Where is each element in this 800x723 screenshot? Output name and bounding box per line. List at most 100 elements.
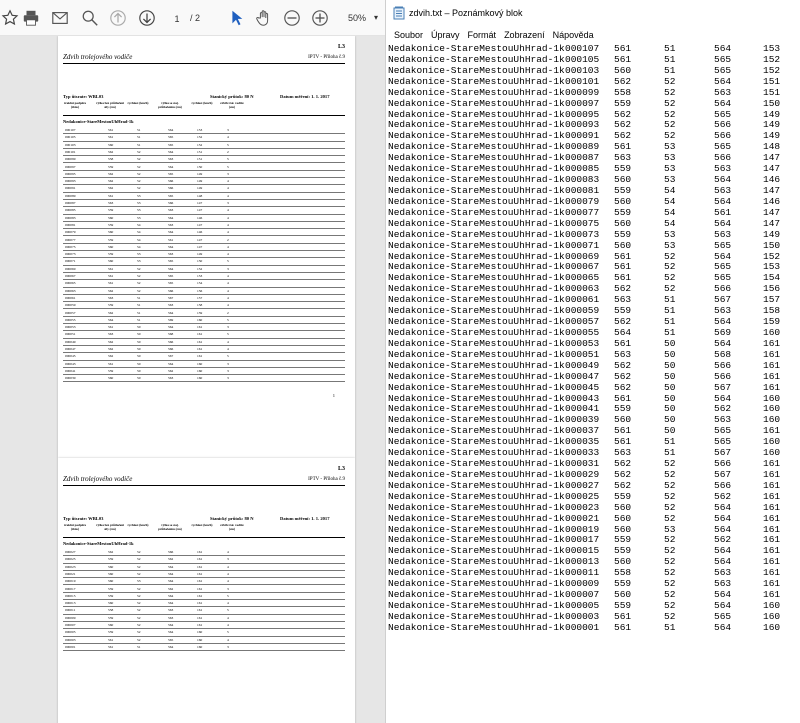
speed-2: 149	[763, 228, 781, 240]
menu-help[interactable]: Nápověda	[549, 26, 598, 44]
select-cursor-icon[interactable]	[226, 8, 246, 28]
table-cell: 146	[197, 215, 203, 220]
table-cell: 153	[197, 274, 203, 278]
pdf-document-area[interactable]: L3 Zdvih trolejového vodiče IPTV - Příloha…	[0, 36, 385, 723]
page-label-l3: L3	[337, 466, 345, 472]
text-line: Nedakonice-StareMestouUhHrad-1k 000023 560…	[388, 502, 800, 514]
menu-file[interactable]: Soubor	[390, 26, 427, 44]
table-cell: 4	[227, 303, 229, 308]
table-cell: 160	[197, 317, 203, 322]
table-cell: 561	[108, 361, 114, 366]
meta-flow: Stanický průtok: 80 N	[210, 516, 254, 521]
menu-format[interactable]: Formát	[464, 26, 501, 44]
page-number-input[interactable]: 1	[166, 9, 188, 27]
table-cell: 000091	[65, 186, 76, 191]
table-cell: 51	[137, 317, 141, 322]
table-cell: 000097	[65, 164, 76, 169]
print-icon[interactable]	[21, 8, 41, 28]
table-cell: 4	[227, 637, 229, 642]
menu-view[interactable]: Zobrazení	[500, 26, 549, 44]
text-editor[interactable]: Nedakonice-StareMestouUhHrad-1k 000107 561…	[386, 44, 800, 723]
table-cell: 150	[197, 164, 203, 169]
table-cell: 52	[137, 615, 141, 620]
line-section: Nedakonice-StareMestouUhHrad-1k	[388, 621, 565, 633]
mail-icon[interactable]	[50, 8, 70, 28]
table-cell: 53	[137, 579, 141, 584]
table-cell: 564	[168, 128, 174, 132]
table-cell: 50	[137, 361, 141, 366]
notepad-titlebar[interactable]: zdvih.txt – Poznámkový blok	[386, 0, 800, 26]
table-cell: 161	[197, 564, 203, 569]
table-cell: 561	[108, 266, 114, 271]
arrow-down-circle-icon[interactable]	[137, 8, 157, 28]
table-cell: 146	[197, 230, 203, 235]
table-cell: 51	[137, 135, 141, 140]
table-cell: 000011	[65, 608, 76, 613]
table-cell: 158	[197, 303, 203, 308]
table-cell: 53	[137, 201, 141, 205]
zoom-out-icon[interactable]	[282, 8, 302, 28]
table-cell: 161	[197, 339, 203, 344]
table-cell: 3	[227, 376, 229, 381]
arrow-up-circle-icon[interactable]	[108, 8, 128, 28]
table-cell: 560	[108, 142, 114, 147]
meta-date: Datum měření: 1. 1. 2017	[280, 94, 330, 99]
table-cell: 559	[108, 252, 114, 257]
zoom-level[interactable]: 50%	[348, 9, 366, 27]
table-cell: 4	[227, 230, 229, 235]
table-cell: 000055	[65, 317, 76, 322]
table-row: 000063 562 52 566 156 4	[63, 288, 345, 295]
table-cell: 3	[227, 201, 229, 205]
table-cell: 4	[227, 135, 229, 140]
table-row: 000083 560 53 564 146 4	[63, 215, 345, 222]
table-cell: 000083	[65, 215, 76, 220]
table-cell: 562	[108, 171, 114, 176]
document-subtitle: IPTV - Příloha č.9	[308, 55, 345, 60]
height-no-pressure: 562	[614, 370, 632, 382]
speed-2: 151	[763, 86, 781, 98]
zoom-in-icon[interactable]	[310, 8, 330, 28]
table-cell: 153	[197, 128, 203, 132]
line-section: Nedakonice-StareMestouUhHrad-1k	[388, 228, 565, 240]
table-cell: 566	[168, 288, 174, 293]
table-cell: 52	[137, 571, 141, 576]
header-rule	[63, 63, 345, 64]
table-cell: 000053	[65, 325, 76, 330]
table-cell: 563	[168, 376, 174, 381]
table-row: 000019 560 53 564 161 4	[63, 578, 345, 586]
section-title: Nedakonice-StareMestouUhHrad-1k	[63, 541, 134, 546]
table-cell: 561	[108, 637, 114, 642]
table-cell: 156	[197, 288, 203, 293]
table-cell: 559	[108, 222, 114, 227]
hand-icon[interactable]	[254, 8, 274, 28]
table-cell: 000019	[65, 579, 76, 584]
chevron-down-icon[interactable]: ▾	[374, 9, 378, 27]
page-label-l3: L3	[337, 44, 345, 50]
document-title: Zdvih trolejového vodiče	[63, 53, 133, 61]
table-row: 000023 560 52 564 161 4	[63, 564, 345, 571]
table-cell: 000043	[65, 361, 76, 366]
table-row: 000097 559 52 564 150 5	[63, 164, 345, 171]
table-cell: 558	[108, 157, 114, 162]
zoom-search-icon[interactable]	[80, 8, 100, 28]
table-cell: 53	[137, 215, 141, 220]
table-cell: 565	[168, 142, 174, 147]
menu-edit[interactable]: Úpravy	[427, 26, 464, 44]
table-cell: 560	[108, 259, 114, 264]
table-cell: 566	[168, 179, 174, 184]
notepad-window: zdvih.txt – Poznámkový blok Soubor Úprav…	[385, 0, 800, 723]
table-row: 000061 563 51 567 157 4	[63, 295, 345, 303]
table-row: 000041 559 50 562 160 3	[63, 368, 345, 376]
table-cell: 563	[168, 608, 174, 613]
table-row: 000073 559 53 563 149 4	[63, 251, 345, 259]
table-cell: 4	[227, 564, 229, 569]
table-row: 000091 562 52 566 149 4	[63, 185, 345, 193]
star-icon[interactable]	[0, 8, 20, 28]
table-cell: 53	[137, 193, 141, 198]
column-header: rychlost (km/h)	[127, 101, 149, 105]
table-cell: 4	[227, 571, 229, 576]
speed-2: 150	[763, 239, 781, 251]
table-cell: 3	[227, 557, 229, 562]
table-cell: 564	[168, 601, 174, 606]
table-cell: 564	[168, 564, 174, 569]
